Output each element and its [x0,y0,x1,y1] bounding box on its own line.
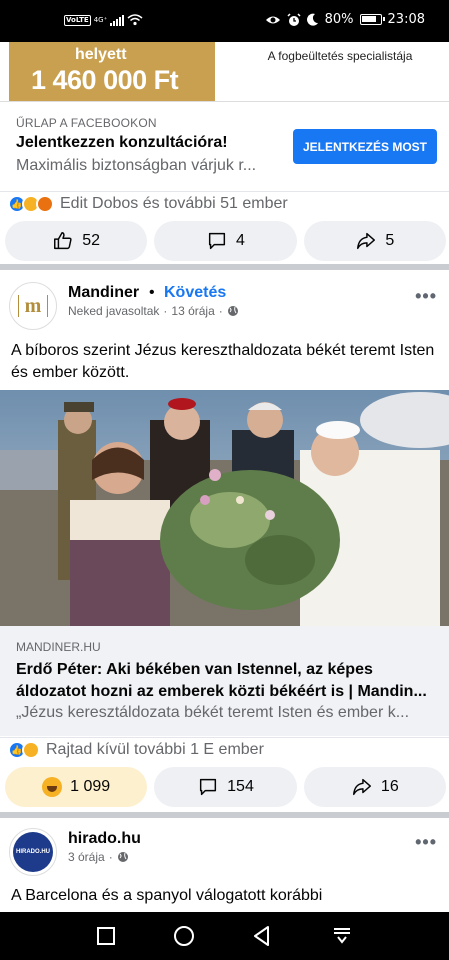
moon-icon [306,13,318,26]
comment-icon [208,232,226,250]
share-icon [352,778,371,796]
meta-separator: · [163,304,168,318]
comment-button[interactable]: 4 [154,221,297,261]
globe-icon [227,306,238,316]
haha-reaction-icon [22,741,40,759]
globe-icon [117,852,128,862]
follow-button[interactable]: Követés [164,284,226,302]
ad-reactions-summary[interactable]: 👍 Edit Dobos és további 51 ember [8,195,288,213]
post-meta: Neked javasoltak · 13 órája · [68,304,239,318]
post-text: A bíboros szerint Jézus kereszthaldozata… [11,342,435,381]
name-separator: • [149,284,155,301]
network-indicators: VoLTE 4G⁺ [64,14,143,26]
post-separator [0,264,449,270]
battery-percent: 80% [324,12,354,27]
system-indicators: 80% 23:08 [265,12,425,27]
post-photo[interactable] [0,390,449,626]
avatar[interactable]: HIRADO.HU [9,828,57,876]
network-type: 4G⁺ [93,15,108,24]
ad-image-line: helyett [75,46,127,63]
ad-image-tagline: A fogbeültetés specialistája [267,49,413,63]
thumbs-up-icon [54,232,72,250]
share-button[interactable]: 5 [303,221,446,261]
ad-action-bar: 52 4 5 [5,221,446,261]
ad-description: Maximális biztonságban várjuk r... [16,157,257,174]
wifi-icon [127,14,143,26]
post-action-bar: 1 099 154 16 [5,767,446,807]
comment-count: 154 [227,778,254,795]
link-description: „Jézus keresztáldozata békét teremt Iste… [16,704,410,721]
like-count: 52 [82,232,101,249]
post-time[interactable]: 13 órája [171,304,214,318]
volte-icon: VoLTE [64,14,91,26]
page-name[interactable]: Mandiner [68,284,139,302]
like-button[interactable]: 52 [5,221,148,261]
share-icon [357,232,376,250]
divider [0,191,449,192]
meta-separator: · [108,850,113,864]
comment-icon [200,778,217,796]
reaction-count: 1 099 [70,778,111,795]
ad-title[interactable]: Jelentkezzen konzultációra! [16,134,228,152]
notification-pull-icon[interactable] [330,924,354,948]
divider [0,101,449,102]
ad-source: ŰRLAP A FACEBOOKON [16,116,157,130]
reactions-text: Edit Dobos és további 51 ember [60,195,288,212]
share-count: 5 [385,232,395,249]
more-options-icon[interactable]: ••• [415,286,437,307]
post-separator [0,812,449,818]
page-name[interactable]: hirado.hu [68,830,141,848]
hirado-logo-icon: HIRADO.HU [13,832,53,872]
navigation-bar [0,912,449,960]
reactions-text: Rajtad kívül további 1 E ember [46,741,264,758]
comment-count: 4 [236,232,245,249]
clock: 23:08 [387,12,425,27]
alarm-icon [287,12,301,26]
signal-icon [110,14,125,26]
link-preview[interactable]: MANDINER.HU Erdő Péter: Aki békében van … [0,626,449,736]
divider [0,737,449,738]
angry-reaction-icon [36,195,54,213]
sign-up-button[interactable]: JELENTKEZÉS MOST [293,129,437,164]
haha-button[interactable]: 1 099 [5,767,148,807]
ad-image-price: 1 460 000 Ft [31,65,179,95]
share-button[interactable]: 16 [303,767,446,807]
suggested-label: Neked javasoltak [68,304,160,318]
eye-icon [265,16,280,23]
photo-illustration [0,390,449,626]
mandiner-logo-icon: m [17,295,49,317]
post-meta: 3 órája · [68,850,129,864]
home-icon[interactable] [172,924,196,948]
ad-image[interactable]: helyett 1 460 000 Ft [9,42,215,101]
post-reactions-summary[interactable]: 👍 Rajtad kívül további 1 E ember [8,741,264,759]
meta-separator: · [218,304,223,318]
comment-button[interactable]: 154 [154,767,297,807]
post-time[interactable]: 3 órája [68,850,105,864]
haha-emoji-icon [42,777,63,797]
post-text: A Barcelona és a spanyol válogatott korá… [11,887,323,904]
avatar[interactable]: m [9,282,57,330]
recent-apps-icon[interactable] [94,924,118,948]
back-icon[interactable] [250,924,274,948]
status-bar: VoLTE 4G⁺ 80% 23:08 [0,0,449,42]
battery-icon [359,14,385,25]
link-source: MANDINER.HU [16,640,101,654]
link-title: Erdő Péter: Aki békében van Istennel, az… [16,661,427,700]
more-options-icon[interactable]: ••• [415,832,437,853]
share-count: 16 [380,778,399,795]
